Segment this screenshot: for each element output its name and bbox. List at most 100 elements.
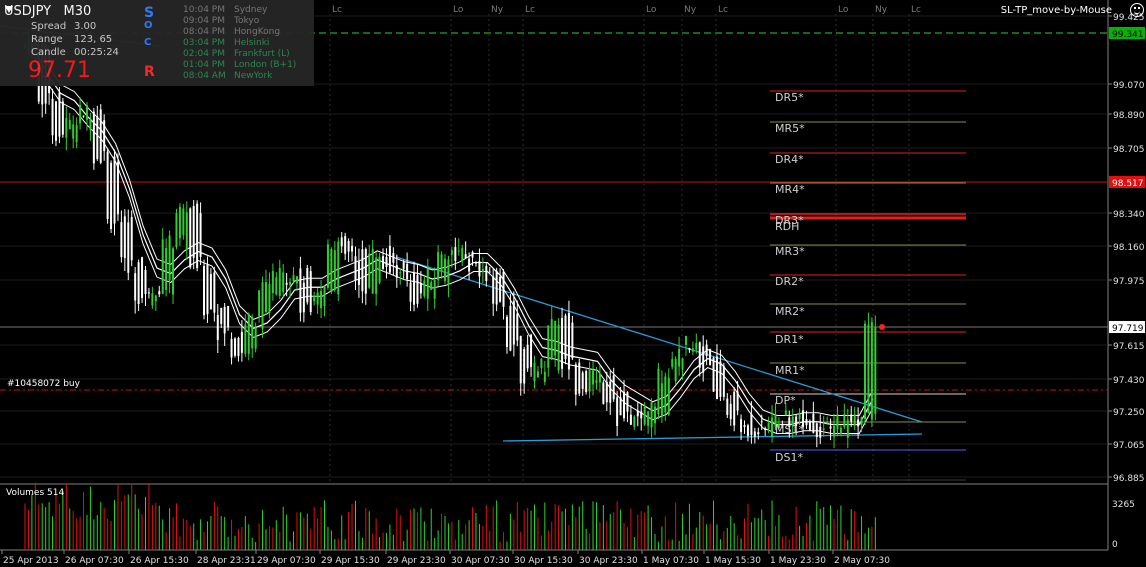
session-time: 02:04 PM — [183, 49, 225, 59]
candle-body — [96, 116, 99, 160]
price-axis-label: 98.160 — [1113, 243, 1145, 253]
price-axis-label: 97.250 — [1113, 408, 1145, 418]
time-axis-label: 30 Apr 07:30 — [451, 556, 510, 566]
session-name: Sydney — [234, 5, 268, 15]
candle-body — [99, 109, 102, 163]
session-marker-label: Lc — [911, 5, 921, 15]
candle-body — [185, 212, 188, 250]
candle-body — [695, 343, 698, 350]
candle-body — [54, 101, 57, 141]
candle-body — [61, 101, 64, 135]
candle-body — [850, 414, 853, 422]
candle-body — [261, 282, 264, 329]
price-axis-label: 98.890 — [1113, 111, 1145, 121]
candle-body — [826, 421, 829, 423]
volume-scale-min: 0 — [1112, 540, 1118, 550]
candle-body — [58, 92, 61, 137]
candle-body — [554, 320, 557, 356]
candle-body — [819, 426, 822, 438]
session-name: HongKong — [234, 27, 281, 37]
candle-body — [203, 265, 206, 316]
candle-body — [120, 222, 123, 258]
time-axis-label: 26 Apr 07:30 — [65, 556, 124, 566]
candle-body — [485, 266, 488, 282]
candle-body — [116, 162, 119, 215]
candle-body — [636, 410, 639, 417]
candle-body — [264, 282, 267, 313]
candle-body — [258, 290, 261, 317]
price-axis-label: 96.885 — [1113, 474, 1145, 484]
candle-body — [464, 254, 467, 259]
candle-body — [457, 250, 460, 252]
candle-body — [585, 370, 588, 393]
candle-body — [760, 421, 763, 423]
session-marker-label: Ny — [875, 5, 888, 15]
candle-body — [430, 281, 433, 290]
candle-body — [323, 285, 326, 306]
candle-body — [843, 413, 846, 428]
candle-body — [798, 413, 801, 420]
candle-body — [444, 258, 446, 281]
pivot-label: MR5* — [775, 122, 805, 135]
candle-body — [220, 307, 223, 324]
session-time: 10:04 PM — [183, 5, 225, 15]
candle-body — [605, 381, 608, 403]
chart-type-arrow-icon[interactable] — [5, 6, 13, 13]
candle-body — [454, 247, 457, 262]
candle-body — [51, 98, 54, 136]
session-marker-label: Lc — [332, 5, 342, 15]
candle-body — [674, 358, 677, 382]
candle-body — [502, 271, 505, 307]
pivot-label: RDH — [775, 220, 799, 233]
session-name: Tokyo — [234, 16, 260, 26]
candle-body — [137, 262, 140, 305]
socr-o: O — [144, 20, 153, 31]
candle-body — [306, 268, 309, 303]
socr-c: C — [144, 37, 152, 48]
time-axis-label: 25 Apr 2013 — [3, 556, 59, 566]
moving-average-line — [32, 36, 874, 416]
candle-body — [271, 271, 274, 294]
candle-body — [419, 283, 422, 294]
candle-body — [130, 216, 133, 261]
candle-body — [351, 245, 354, 252]
time-axis-label: 30 Apr 15:30 — [514, 556, 573, 566]
candle-body — [313, 296, 316, 302]
candle-body — [371, 248, 374, 294]
volume-title: Volumes 514 — [6, 488, 65, 498]
candle-body — [461, 247, 464, 262]
candle-body — [857, 419, 860, 427]
candle-body — [127, 222, 130, 273]
candle-body — [505, 316, 508, 348]
candle-body — [154, 295, 157, 302]
session-marker-label: Ny — [491, 5, 504, 15]
price-axis-label: 98.705 — [1113, 145, 1145, 155]
candle-body — [654, 406, 656, 424]
pivot-label: DR4* — [775, 153, 804, 166]
session-marker-label: Lo — [453, 5, 464, 15]
candle-body — [750, 414, 753, 436]
candle-body — [729, 403, 732, 420]
candle-body — [492, 276, 495, 304]
candle-body — [481, 268, 484, 273]
candle-body — [206, 264, 209, 315]
time-axis-label: 1 May 15:30 — [705, 556, 761, 566]
candle-body — [623, 391, 626, 419]
candle-body — [557, 324, 560, 371]
candle-body — [175, 212, 178, 248]
time-axis-label: 26 Apr 15:30 — [130, 556, 189, 566]
candle-body — [650, 402, 653, 428]
session-marker-label: Lc — [718, 5, 728, 15]
time-axis-label: 28 Apr 23:31 — [197, 556, 256, 566]
candle-body — [678, 348, 681, 367]
candle-body — [247, 313, 250, 354]
candle-body — [660, 383, 663, 417]
candle-body — [309, 271, 312, 313]
candle-body — [530, 334, 533, 368]
candle-body — [581, 372, 584, 389]
candle-body — [320, 290, 323, 309]
pivot-label: DR5* — [775, 91, 804, 104]
candle-body — [812, 413, 815, 433]
session-marker-label: Lo — [838, 5, 849, 15]
candle-body — [526, 344, 529, 369]
